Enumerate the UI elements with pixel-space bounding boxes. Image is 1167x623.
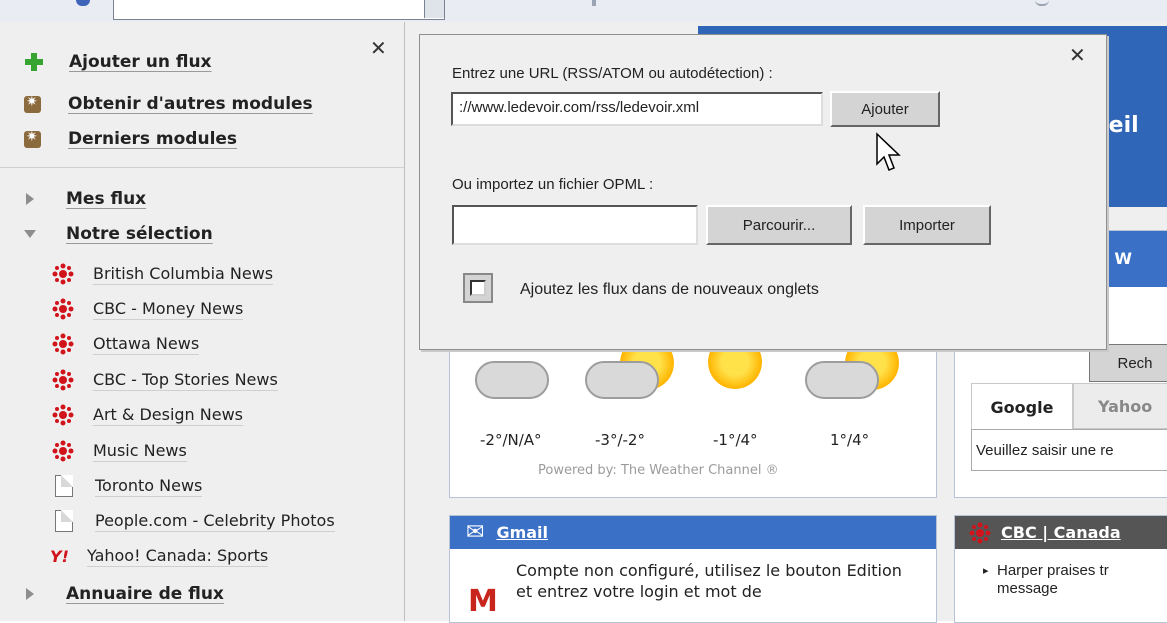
address-field[interactable] bbox=[113, 0, 445, 20]
bullet-icon: ▸ bbox=[983, 564, 989, 577]
gmail-panel: ✉ Gmail M Compte non configuré, utilisez… bbox=[449, 515, 937, 623]
feed-label[interactable]: CBC - Money News bbox=[93, 299, 244, 320]
dialog-close-icon[interactable]: ✕ bbox=[1069, 43, 1086, 67]
feed-item[interactable]: People.com - Celebrity Photos bbox=[0, 510, 335, 532]
opml-label: Ou importez un fichier OPML : bbox=[452, 176, 654, 193]
new-tabs-checkbox[interactable] bbox=[463, 273, 493, 303]
toolbar-icon[interactable] bbox=[76, 0, 90, 6]
weather-powered-by: Powered by: The Weather Channel ® bbox=[538, 463, 779, 478]
more-modules-label[interactable]: Obtenir d'autres modules bbox=[68, 94, 313, 114]
feed-label[interactable]: Ottawa News bbox=[93, 334, 200, 355]
weather-temp: -3°/-2° bbox=[595, 431, 645, 449]
gmail-logo-icon: M bbox=[468, 584, 498, 619]
browse-button[interactable]: Parcourir... bbox=[706, 205, 852, 245]
cloud-icon bbox=[585, 361, 659, 399]
module-icon bbox=[24, 94, 41, 113]
cbc-icon bbox=[52, 404, 74, 426]
feed-item[interactable]: Ottawa News bbox=[0, 333, 200, 355]
mes-flux-section[interactable]: Mes flux bbox=[0, 189, 146, 209]
document-icon bbox=[55, 510, 73, 532]
plus-icon bbox=[24, 52, 44, 72]
mouse-cursor-icon bbox=[876, 132, 901, 171]
toolbar-separator bbox=[592, 0, 596, 6]
feed-label[interactable]: Music News bbox=[93, 441, 187, 462]
gmail-icon: ✉ bbox=[466, 520, 485, 545]
gmail-header: ✉ Gmail bbox=[450, 516, 936, 549]
tab-google[interactable]: Google bbox=[971, 383, 1073, 430]
gmail-title[interactable]: Gmail bbox=[496, 523, 548, 542]
notre-selection-label[interactable]: Notre sélection bbox=[66, 224, 213, 244]
browser-toolbar bbox=[0, 0, 1167, 23]
url-label: Entrez une URL (RSS/ATOM ou autodétectio… bbox=[452, 65, 773, 82]
sidebar-close-icon[interactable]: ✕ bbox=[370, 36, 387, 60]
feed-item[interactable]: Toronto News bbox=[0, 475, 203, 497]
cbc-icon bbox=[52, 369, 74, 391]
cbc-icon bbox=[52, 333, 74, 355]
annuaire-section[interactable]: Annuaire de flux bbox=[0, 584, 224, 604]
cbc-icon bbox=[52, 440, 74, 462]
add-feed-label[interactable]: Ajouter un flux bbox=[69, 52, 212, 72]
new-tabs-label[interactable]: Ajoutez les flux dans de nouveaux onglet… bbox=[520, 281, 819, 299]
yahoo-icon: Y! bbox=[50, 547, 69, 566]
feed-item[interactable]: CBC - Top Stories News bbox=[0, 369, 278, 391]
cbc-icon bbox=[969, 522, 991, 543]
feed-item[interactable]: Music News bbox=[0, 440, 187, 462]
latest-modules-label[interactable]: Derniers modules bbox=[68, 129, 237, 149]
feed-label[interactable]: Yahoo! Canada: Sports bbox=[87, 546, 269, 567]
mes-flux-label[interactable]: Mes flux bbox=[66, 189, 146, 209]
toolbar-icon[interactable] bbox=[1035, 0, 1049, 6]
address-dropdown-button[interactable] bbox=[424, 0, 444, 18]
feed-label[interactable]: Art & Design News bbox=[93, 405, 244, 426]
tab-yahoo[interactable]: Yahoo bbox=[1073, 383, 1167, 429]
feed-item[interactable]: Y! Yahoo! Canada: Sports bbox=[0, 546, 269, 567]
add-feed-dialog: ✕ Entrez une URL (RSS/ATOM ou autodétect… bbox=[419, 34, 1107, 350]
feed-label[interactable]: People.com - Celebrity Photos bbox=[95, 511, 335, 532]
url-input[interactable]: ://www.ledevoir.com/rss/ledevoir.xml bbox=[451, 92, 823, 126]
add-feed-link[interactable]: Ajouter un flux bbox=[24, 52, 212, 72]
feed-label[interactable]: British Columbia News bbox=[93, 264, 274, 285]
feeds-sidebar: ✕ Ajouter un flux Obtenir d'autres modul… bbox=[0, 22, 405, 621]
feed-item[interactable]: British Columbia News bbox=[0, 263, 274, 285]
checkbox-box[interactable] bbox=[470, 280, 486, 296]
import-button[interactable]: Importer bbox=[863, 205, 991, 245]
add-button[interactable]: Ajouter bbox=[830, 91, 940, 127]
annuaire-label[interactable]: Annuaire de flux bbox=[66, 584, 224, 604]
expand-arrow-icon[interactable] bbox=[26, 588, 34, 600]
feed-item[interactable]: CBC - Money News bbox=[0, 298, 244, 320]
cbc-panel: CBC | Canada ▸ Harper praises tr message bbox=[954, 515, 1167, 623]
weather-temp: -1°/4° bbox=[713, 431, 758, 449]
cbc-icon bbox=[52, 298, 74, 320]
cbc-panel-title[interactable]: CBC | Canada bbox=[1001, 523, 1121, 542]
feed-label[interactable]: CBC - Top Stories News bbox=[93, 370, 278, 391]
divider bbox=[0, 167, 404, 168]
weather-temp: -2°/N/A° bbox=[480, 431, 542, 449]
document-icon bbox=[55, 475, 73, 497]
weather-temp: 1°/4° bbox=[830, 431, 870, 449]
cbc-icon bbox=[52, 263, 74, 285]
cloud-icon bbox=[475, 361, 549, 399]
search-input[interactable]: Veuillez saisir une re bbox=[971, 429, 1167, 471]
cbc-item[interactable]: Harper praises tr bbox=[997, 562, 1109, 580]
opml-file-input[interactable] bbox=[452, 205, 698, 245]
notre-selection-section[interactable]: Notre sélection bbox=[0, 224, 213, 244]
expand-arrow-icon[interactable] bbox=[26, 193, 34, 205]
cloud-icon bbox=[805, 361, 879, 399]
feed-item[interactable]: Art & Design News bbox=[0, 404, 244, 426]
cbc-header: CBC | Canada bbox=[955, 516, 1167, 549]
feed-label[interactable]: Toronto News bbox=[95, 476, 203, 497]
cbc-item-cont[interactable]: message bbox=[997, 580, 1058, 597]
module-icon bbox=[24, 129, 41, 148]
collapse-arrow-icon[interactable] bbox=[24, 230, 36, 238]
gmail-message: Compte non configuré, utilisez le bouton… bbox=[516, 561, 902, 601]
more-modules-link[interactable]: Obtenir d'autres modules bbox=[24, 94, 313, 114]
latest-modules-link[interactable]: Derniers modules bbox=[24, 129, 237, 149]
